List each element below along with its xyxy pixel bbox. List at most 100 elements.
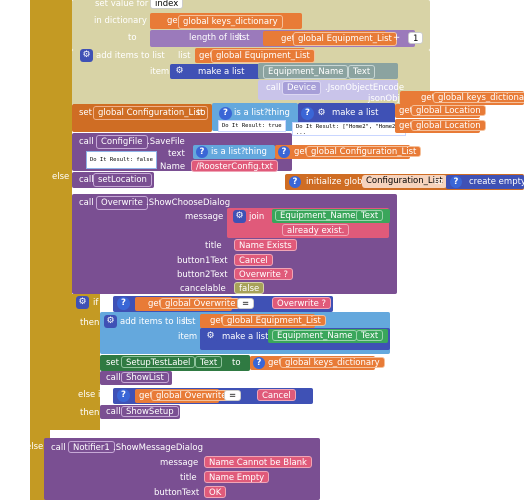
global-overwrite-dropdown-2[interactable]: global Overwrite <box>151 390 232 401</box>
list-label: list <box>237 33 250 43</box>
equals-dropdown[interactable]: = <box>237 298 255 309</box>
initialize-global-label: initialize global <box>306 177 371 187</box>
equals-dropdown-2[interactable]: = <box>224 390 242 401</box>
text-label: text <box>168 149 185 159</box>
title-label: title <box>180 473 197 483</box>
mutator-gear-icon[interactable]: ⚙ <box>76 296 89 309</box>
else-label: else <box>52 172 70 182</box>
showsetup-dropdown[interactable]: ShowSetup <box>121 406 179 417</box>
message-label: message <box>160 458 199 468</box>
setlocation-dropdown[interactable]: setLocation <box>93 173 152 187</box>
overwrite-string[interactable]: Overwrite ? <box>272 297 332 309</box>
help-icon[interactable]: ? <box>117 297 130 310</box>
help-icon[interactable]: ? <box>450 176 462 188</box>
title-value-text-2[interactable]: Name Empty <box>204 471 270 483</box>
index-text[interactable]: index <box>150 0 184 9</box>
tooltip-list-more: ... <box>296 130 306 136</box>
text-prop-dropdown-2[interactable]: Text <box>356 210 384 221</box>
in-dictionary-label: in dictionary <box>94 16 147 26</box>
name-label: Name <box>160 162 186 172</box>
help-icon[interactable]: ? <box>289 176 301 188</box>
item-label: item <box>150 67 170 77</box>
mutator-gear-icon[interactable]: ⚙ <box>315 107 328 120</box>
is-a-list-label: is a list? <box>234 108 269 118</box>
cancelable-value-bool[interactable]: false <box>234 282 265 294</box>
equipment-list-dropdown[interactable]: global Equipment_List <box>293 32 397 46</box>
thing-label: thing <box>268 108 290 118</box>
filename-text[interactable]: /RoosterConfig.txt <box>191 160 278 172</box>
call-label: call <box>79 175 94 185</box>
equipment-name-dropdown-3[interactable]: Equipment_Name <box>272 330 358 341</box>
json-encode-label: .JsonObjectEncode <box>325 83 405 93</box>
add-items-label: add items to list <box>120 317 189 327</box>
button-value-text[interactable]: OK <box>204 486 227 498</box>
keys-dictionary-dropdown[interactable]: global keys_dictionary <box>178 15 283 29</box>
to-label: to <box>197 108 206 118</box>
button2-label: button2Text <box>177 270 228 280</box>
config-list-dropdown-2[interactable]: global Configuration_List <box>306 146 422 157</box>
title-value-text[interactable]: Name Exists <box>234 239 297 251</box>
equipment-list-dropdown-3[interactable]: global Equipment_List <box>222 315 326 326</box>
device-dropdown[interactable]: Device <box>282 81 322 95</box>
call-label: call <box>79 198 94 208</box>
equipment-name-dropdown-2[interactable]: Equipment_Name <box>275 210 361 221</box>
number-one[interactable]: 1 <box>408 32 424 44</box>
help-icon[interactable]: ? <box>219 107 232 120</box>
doit-result-false-tooltip: Do It Result: false <box>86 151 157 169</box>
setup-test-label-dropdown[interactable]: SetupTestLabel <box>121 356 196 368</box>
equipment-list-dropdown-2[interactable]: global Equipment_List <box>211 49 315 63</box>
to-label: to <box>434 177 443 187</box>
if-label: if <box>93 298 99 308</box>
button1-value-text[interactable]: Cancel <box>234 254 273 266</box>
else-label-2: else <box>26 442 44 452</box>
keys-dictionary-dropdown-2[interactable]: global keys_dictionary <box>433 92 524 103</box>
help-icon[interactable]: ? <box>117 389 130 402</box>
location-dropdown-2[interactable]: global Location <box>411 120 486 131</box>
button2-value-text[interactable]: Overwrite ? <box>234 268 294 280</box>
overwrite-component-dropdown[interactable]: Overwrite <box>96 196 148 210</box>
mutator-gear-icon[interactable]: ⚙ <box>80 49 93 62</box>
equipment-name-dropdown[interactable]: Equipment_Name <box>263 65 349 79</box>
plus-label: + <box>393 33 401 43</box>
config-list-dropdown[interactable]: global Configuration_List <box>93 106 209 120</box>
call-label: call <box>106 373 121 383</box>
help-icon[interactable]: ? <box>196 146 208 158</box>
make-a-list-label: make a list <box>222 332 269 342</box>
message-label: message <box>185 212 224 222</box>
set-label: set <box>106 358 119 368</box>
message-value-text[interactable]: Name Cannot be Blank <box>204 456 312 468</box>
global-overwrite-dropdown[interactable]: global Overwrite <box>160 298 241 309</box>
doit-result-list-tooltip: Do It Result: ["Home2", "Home2"] ... <box>292 122 406 136</box>
create-empty-list-label: create empty list <box>469 177 524 187</box>
mutator-gear-icon[interactable]: ⚙ <box>173 65 186 78</box>
configfile-dropdown[interactable]: ConfigFile <box>96 135 148 149</box>
mutator-gear-icon[interactable]: ⚙ <box>233 210 246 223</box>
keys-dictionary-dropdown-3[interactable]: global keys_dictionary <box>280 357 385 368</box>
text-prop-dropdown-4[interactable]: Text <box>195 356 223 368</box>
is-a-list-label: is a list? <box>211 147 246 157</box>
list-label: list <box>183 317 196 327</box>
button1-label: button1Text <box>177 256 228 266</box>
call-label: call <box>266 83 281 93</box>
notifier-dropdown[interactable]: Notifier1 <box>68 441 115 453</box>
cancel-string[interactable]: Cancel <box>257 389 296 401</box>
call-label: call <box>79 137 94 147</box>
mutator-gear-icon[interactable]: ⚙ <box>204 330 217 343</box>
text-prop-dropdown-3[interactable]: Text <box>356 330 384 341</box>
location-dropdown[interactable]: global Location <box>411 105 486 116</box>
help-icon[interactable]: ? <box>301 107 314 120</box>
inner-if-block <box>50 0 72 430</box>
showlist-dropdown[interactable]: ShowList <box>121 372 169 383</box>
text-prop-dropdown[interactable]: Text <box>348 65 376 79</box>
then-label: then <box>80 318 100 328</box>
help-icon[interactable]: ? <box>278 146 290 158</box>
make-a-list-label: make a list <box>332 108 379 118</box>
item-label: item <box>178 332 198 342</box>
savefile-label: .SaveFile <box>147 137 185 147</box>
already-exist-text[interactable]: already exist. <box>282 224 350 236</box>
length-of-list-label: length of list <box>189 33 243 43</box>
help-icon[interactable]: ? <box>253 357 265 369</box>
outer-event-block <box>30 0 50 500</box>
mutator-gear-icon[interactable]: ⚙ <box>104 315 117 328</box>
call-label: call <box>51 443 66 453</box>
